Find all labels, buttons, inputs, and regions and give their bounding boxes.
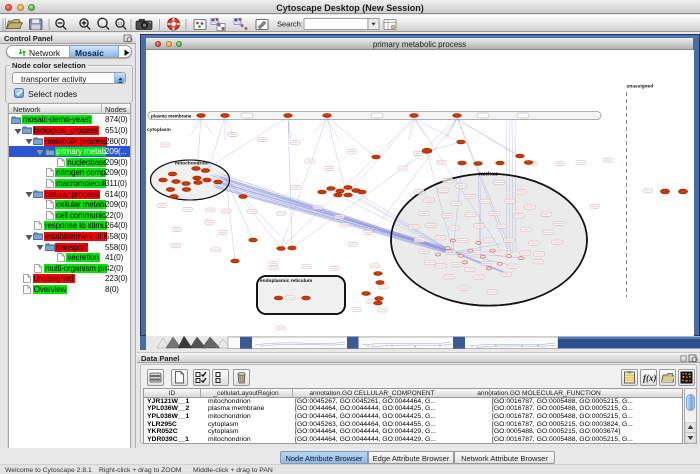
svg-text:Search:: Search: (277, 20, 303, 29)
svg-text:cytoplasm: cytoplasm (147, 127, 171, 133)
svg-text:plasma membrane: plasma membrane (151, 113, 192, 118)
svg-text:1:1: 1:1 (118, 22, 123, 26)
svg-text:unassigned: unassigned (627, 84, 654, 90)
svg-text:f(x): f(x) (643, 373, 656, 383)
svg-text:endoplasmic reticulum: endoplasmic reticulum (260, 278, 312, 284)
